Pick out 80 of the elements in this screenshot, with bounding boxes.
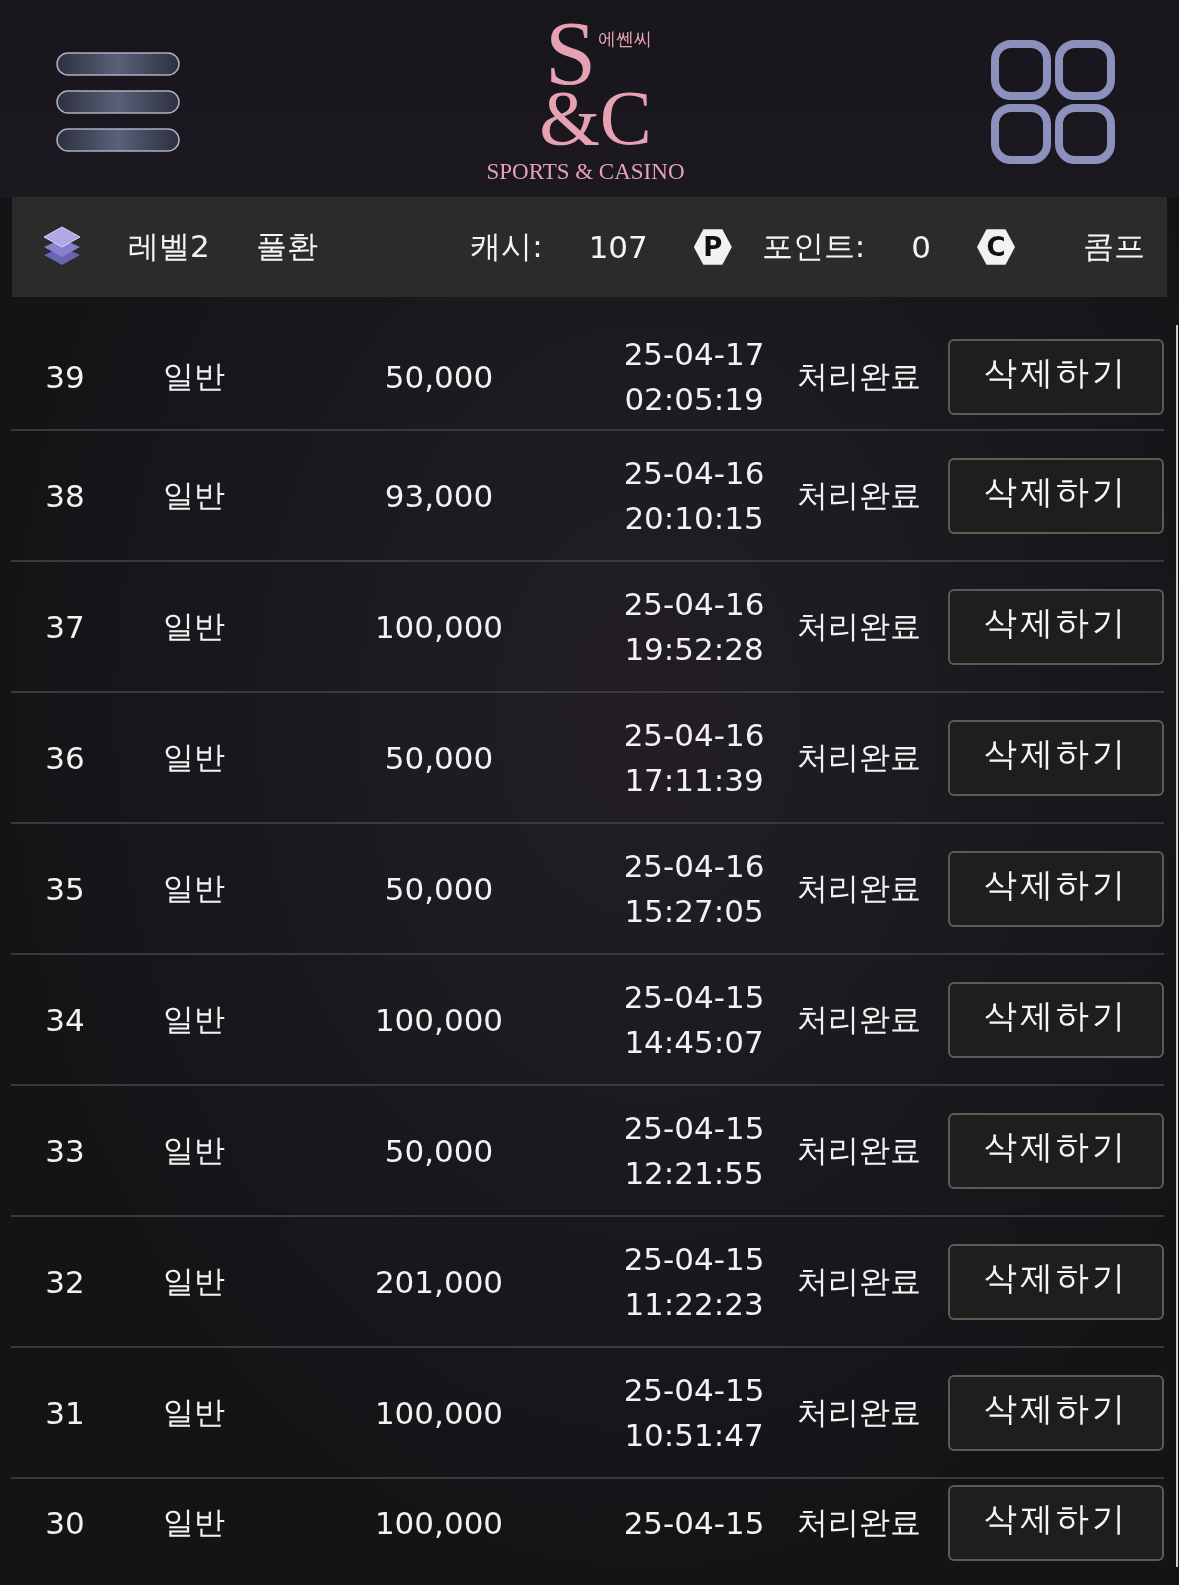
delete-button[interactable]: 삭제하기 (948, 719, 1164, 796)
type-cell-text: 일반 (162, 1130, 226, 1170)
amount-cell-text: 100,000 (373, 1505, 505, 1541)
date-text: 25-04-15 (623, 1370, 765, 1410)
status-cell-text: 처리완료 (796, 1261, 922, 1301)
row-number: 36 (44, 739, 86, 776)
amount-cell-text: 50,000 (383, 739, 495, 776)
status-cell-text: 처리완료 (796, 606, 922, 646)
type-cell-text: 일반 (162, 357, 226, 396)
point-badge-icon: P (693, 228, 732, 266)
comp-link[interactable]: 콤프 (1083, 226, 1145, 268)
delete-button[interactable]: 삭제하기 (948, 588, 1164, 665)
row-number: 39 (44, 359, 86, 395)
date-text: 25-04-15 (623, 1239, 765, 1279)
type-cell-text: 일반 (162, 606, 226, 646)
delete-button[interactable]: 삭제하기 (948, 1485, 1164, 1561)
row-number: 38 (44, 477, 86, 514)
amount-cell-text: 50,000 (383, 359, 495, 395)
date-text: 25-04-15 (623, 977, 765, 1017)
type-cell-text: 일반 (162, 868, 226, 908)
amount-cell-text: 100,000 (373, 1394, 505, 1431)
comp-badge-icon: C (977, 228, 1015, 266)
time-text: 19:52:28 (624, 629, 764, 669)
status-cell-text: 처리완료 (796, 1392, 922, 1432)
status-cell-text: 처리완료 (796, 868, 922, 908)
time-text: 12:21:55 (624, 1153, 764, 1193)
mode-label: 풀환 (255, 227, 318, 266)
date-text: 25-04-15 (623, 1503, 765, 1543)
status-cell-text: 처리완료 (796, 737, 922, 777)
delete-button[interactable]: 삭제하기 (948, 1243, 1164, 1320)
date-text: 25-04-16 (623, 453, 765, 493)
row-number: 31 (44, 1394, 86, 1431)
date-text: 25-04-16 (623, 846, 765, 886)
cash-value: 107 (588, 229, 648, 265)
row-number: 32 (44, 1263, 86, 1300)
date-text: 25-04-16 (623, 584, 765, 624)
type-cell-text: 일반 (162, 475, 226, 515)
delete-button[interactable]: 삭제하기 (948, 1112, 1164, 1189)
time-text: 20:10:15 (624, 498, 764, 538)
row-number: 35 (44, 870, 86, 907)
amount-cell-text: 50,000 (383, 1132, 495, 1169)
amount-cell-text: 100,000 (373, 1001, 505, 1038)
time-text: 14:45:07 (624, 1022, 764, 1062)
status-cell-text: 처리완료 (796, 999, 922, 1039)
status-cell-text: 처리완료 (796, 357, 922, 396)
time-text: 02:05:19 (624, 380, 764, 419)
date-text: 25-04-15 (623, 1108, 765, 1148)
delete-button[interactable]: 삭제하기 (948, 981, 1164, 1058)
date-text: 25-04-17 (623, 335, 765, 374)
delete-button[interactable]: 삭제하기 (948, 1374, 1164, 1451)
points-label: 포인트: (761, 227, 866, 266)
cash-label: 캐시: (470, 227, 543, 266)
amount-cell-text: 100,000 (373, 608, 505, 645)
status-cell-text: 처리완료 (796, 1130, 922, 1170)
status-cell-text: 처리완료 (796, 1503, 922, 1542)
row-number: 30 (44, 1505, 86, 1541)
amount-cell-text: 201,000 (373, 1263, 505, 1300)
date-text: 25-04-16 (623, 715, 765, 755)
delete-button[interactable]: 삭제하기 (948, 457, 1164, 534)
type-cell-text: 일반 (162, 737, 226, 777)
type-cell-text: 일반 (162, 1503, 226, 1542)
time-text: 17:11:39 (624, 760, 764, 800)
amount-cell-text: 93,000 (383, 477, 495, 514)
grid-icon[interactable] (991, 39, 1115, 164)
delete-button[interactable]: 삭제하기 (948, 339, 1164, 415)
time-text: 15:27:05 (624, 891, 764, 931)
level-label: 레벨2 (128, 227, 210, 266)
row-number: 37 (44, 608, 86, 645)
status-cell-text: 처리완료 (796, 475, 922, 515)
type-cell-text: 일반 (162, 1261, 226, 1301)
delete-button[interactable]: 삭제하기 (948, 850, 1164, 927)
time-text: 11:22:23 (624, 1284, 764, 1324)
type-cell-text: 일반 (162, 1392, 226, 1432)
time-text: 10:51:47 (624, 1415, 764, 1455)
type-cell-text: 일반 (162, 999, 226, 1039)
row-number: 34 (44, 1001, 86, 1038)
points-value: 0 (911, 229, 931, 265)
row-number: 33 (44, 1132, 86, 1169)
amount-cell-text: 50,000 (383, 870, 495, 907)
menu-icon[interactable] (56, 51, 180, 152)
